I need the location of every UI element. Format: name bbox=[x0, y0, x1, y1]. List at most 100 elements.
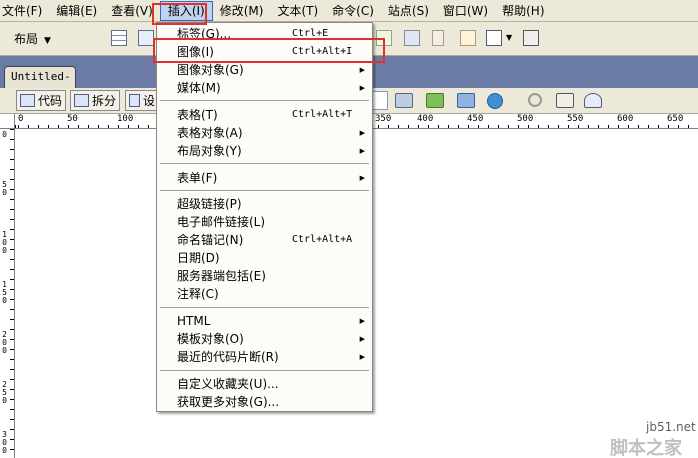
layout-cell-icon[interactable] bbox=[404, 30, 420, 46]
ruler-label: 450 bbox=[467, 114, 484, 124]
chevron-down-icon: ▼ bbox=[44, 36, 51, 46]
menu-item-label: HTML bbox=[177, 314, 211, 328]
submenu-arrow-icon: ▶ bbox=[359, 317, 365, 325]
ruler-label: 50 bbox=[67, 114, 78, 124]
submenu-arrow-icon: ▶ bbox=[359, 335, 365, 343]
ruler-label: 300 bbox=[2, 430, 7, 455]
ruler-label: 200 bbox=[2, 330, 7, 355]
menu-item-hyperlink[interactable]: 超级链接(P) bbox=[158, 195, 371, 213]
menu-item-comment[interactable]: 注释(C) bbox=[158, 285, 371, 303]
menu-help[interactable]: 帮助(H) bbox=[495, 1, 551, 21]
menu-item-template-objects[interactable]: 模板对象(O) ▶ bbox=[158, 330, 371, 348]
code-view-button[interactable]: 代码 bbox=[16, 90, 67, 111]
layout-table-icon[interactable] bbox=[138, 30, 154, 46]
menu-item-label: 自定义收藏夹(U)... bbox=[177, 377, 279, 391]
menu-file[interactable]: 文件(F) bbox=[0, 1, 49, 21]
menu-modify[interactable]: 修改(M) bbox=[213, 1, 271, 21]
menu-item-shortcut: Ctrl+Alt+A bbox=[292, 234, 353, 245]
menu-item-media[interactable]: 媒体(M) ▶ bbox=[158, 79, 371, 97]
ruler-label: 0 bbox=[18, 114, 24, 124]
submenu-arrow-icon: ▶ bbox=[359, 353, 365, 361]
insert-menu-highlight bbox=[152, 3, 207, 25]
submenu-arrow-icon: ▶ bbox=[359, 147, 365, 155]
menu-item-label: 表单(F) bbox=[177, 171, 218, 185]
menu-separator bbox=[160, 163, 369, 164]
visual-aids-icon[interactable] bbox=[584, 93, 602, 108]
menu-item-image-objects[interactable]: 图像对象(G) ▶ bbox=[158, 61, 371, 79]
ruler-label: 50 bbox=[2, 180, 7, 197]
ruler-label: 150 bbox=[2, 280, 7, 305]
design-view-button[interactable]: 设 bbox=[125, 90, 159, 111]
globe-icon[interactable] bbox=[487, 93, 503, 109]
ruler-label: 500 bbox=[517, 114, 534, 124]
document-tab[interactable]: Untitled-1 bbox=[4, 66, 76, 103]
menu-item-label: 日期(D) bbox=[177, 251, 220, 265]
menu-bar: 文件(F) 编辑(E) 查看(V) 插入(I) 修改(M) 文本(T) 命令(C… bbox=[0, 0, 698, 22]
file-management-icon[interactable] bbox=[395, 93, 413, 108]
menu-item-label: 超级链接(P) bbox=[177, 197, 242, 211]
menu-item-label: 命名锚记(N) bbox=[177, 233, 244, 247]
vertical-ruler: 0 50 100 150 200 250 300 bbox=[0, 129, 15, 458]
split-view-label: 拆分 bbox=[92, 94, 117, 108]
menu-item-label: 获取更多对象(G)... bbox=[177, 395, 280, 409]
ruler-label: 350 bbox=[375, 114, 392, 124]
insert-column-icon[interactable] bbox=[432, 30, 444, 46]
menu-site[interactable]: 站点(S) bbox=[381, 1, 436, 21]
menu-separator bbox=[160, 100, 369, 101]
menu-separator bbox=[160, 307, 369, 308]
table-icon[interactable] bbox=[111, 30, 127, 46]
menu-separator bbox=[160, 190, 369, 191]
ruler-label: 0 bbox=[2, 130, 7, 139]
menu-item-get-more-objects[interactable]: 获取更多对象(G)... bbox=[158, 393, 371, 411]
view-options-icon[interactable] bbox=[556, 93, 574, 108]
design-view-label: 设 bbox=[142, 94, 155, 108]
menu-text[interactable]: 文本(T) bbox=[270, 1, 325, 21]
menu-item-date[interactable]: 日期(D) bbox=[158, 249, 371, 267]
menu-item-shortcut: Ctrl+Alt+T bbox=[292, 109, 353, 120]
refresh-icon[interactable] bbox=[528, 93, 542, 107]
submenu-arrow-icon: ▶ bbox=[359, 84, 365, 92]
ruler-label: 250 bbox=[2, 380, 7, 405]
code-view-icon bbox=[20, 94, 35, 107]
split-view-button[interactable]: 拆分 bbox=[70, 90, 121, 111]
insert-menu-dropdown: 标签(G)... Ctrl+E 图像(I) Ctrl+Alt+I 图像对象(G) ▶ … bbox=[156, 22, 373, 412]
frames-dropdown-icon[interactable]: ▼ bbox=[506, 33, 512, 42]
ruler-label: 650 bbox=[667, 114, 684, 124]
menu-item-table[interactable]: 表格(T) Ctrl+Alt+T bbox=[158, 106, 371, 124]
menu-item-email-link[interactable]: 电子邮件链接(L) bbox=[158, 213, 371, 231]
menu-window[interactable]: 窗口(W) bbox=[436, 1, 495, 21]
menu-item-html[interactable]: HTML ▶ bbox=[158, 312, 371, 330]
layout-category-label: 布局 bbox=[14, 32, 39, 46]
menu-item-label: 表格(T) bbox=[177, 108, 218, 122]
submenu-arrow-icon: ▶ bbox=[359, 129, 365, 137]
ruler-label: 600 bbox=[617, 114, 634, 124]
ruler-label: 400 bbox=[417, 114, 434, 124]
title-input[interactable] bbox=[372, 91, 388, 110]
submenu-arrow-icon: ▶ bbox=[359, 174, 365, 182]
menu-edit[interactable]: 编辑(E) bbox=[49, 1, 104, 21]
menu-commands[interactable]: 命令(C) bbox=[325, 1, 381, 21]
image-item-highlight bbox=[153, 38, 385, 63]
menu-item-label: 电子邮件链接(L) bbox=[177, 215, 266, 229]
menu-item-table-objects[interactable]: 表格对象(A) ▶ bbox=[158, 124, 371, 142]
menu-item-named-anchor[interactable]: 命名锚记(N) Ctrl+Alt+A bbox=[158, 231, 371, 249]
tabular-data-icon[interactable] bbox=[523, 30, 539, 46]
frames-icon[interactable] bbox=[486, 30, 502, 46]
menu-item-layout-objects[interactable]: 布局对象(Y) ▶ bbox=[158, 142, 371, 160]
menu-item-form[interactable]: 表单(F) ▶ bbox=[158, 169, 371, 187]
menu-item-label: 图像对象(G) bbox=[177, 63, 244, 77]
menu-item-recent-snippets[interactable]: 最近的代码片断(R) ▶ bbox=[158, 348, 371, 366]
design-view-icon bbox=[129, 94, 140, 107]
refresh-design-icon[interactable] bbox=[457, 93, 475, 108]
watermark-logo: 脚本之家 bbox=[610, 438, 682, 458]
submenu-arrow-icon: ▶ bbox=[359, 66, 365, 74]
preview-in-browser-icon[interactable] bbox=[426, 93, 444, 108]
menu-item-label: 最近的代码片断(R) bbox=[177, 350, 279, 364]
menu-item-label: 表格对象(A) bbox=[177, 126, 243, 140]
layout-category-selector[interactable]: 布局 ▼ bbox=[14, 30, 51, 47]
menu-item-customize-favorites[interactable]: 自定义收藏夹(U)... bbox=[158, 375, 371, 393]
menu-item-label: 媒体(M) bbox=[177, 81, 221, 95]
ruler-label: 550 bbox=[567, 114, 584, 124]
menu-item-server-side-include[interactable]: 服务器端包括(E) bbox=[158, 267, 371, 285]
insert-row-icon[interactable] bbox=[460, 30, 476, 46]
